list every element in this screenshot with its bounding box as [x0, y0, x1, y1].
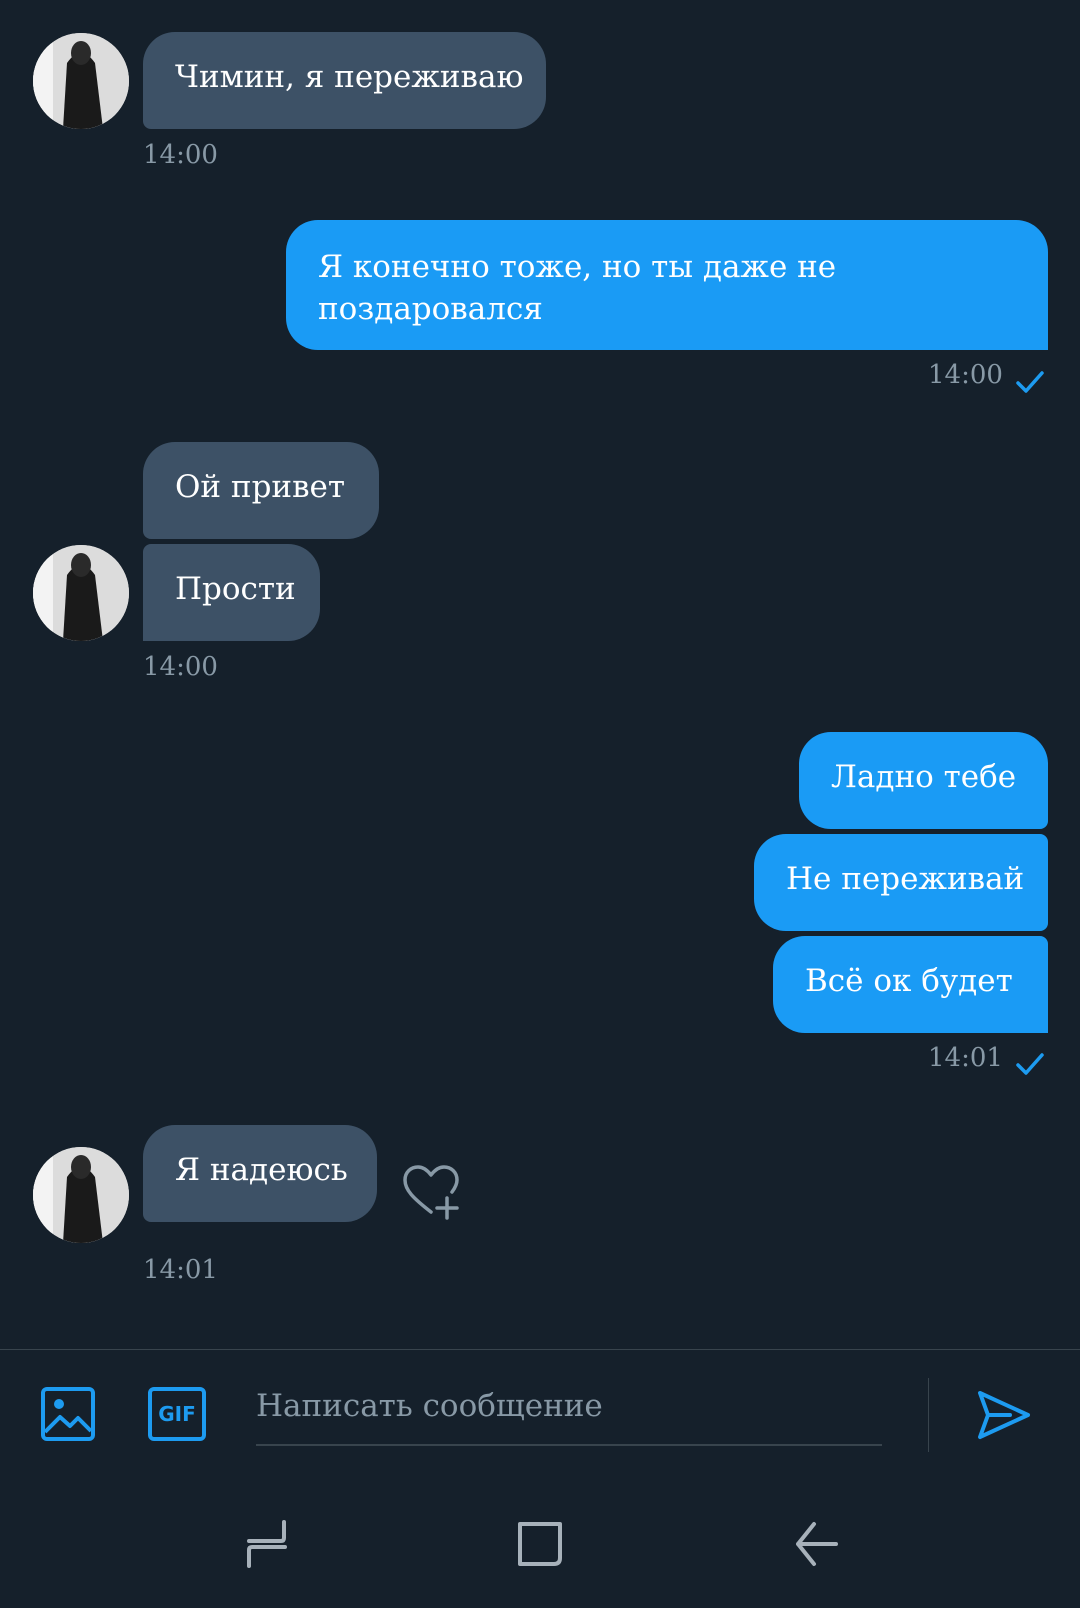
message-timestamp: 14:01 — [143, 1255, 218, 1285]
message-input[interactable]: Написать сообщение — [256, 1380, 882, 1446]
read-check-icon — [1016, 371, 1044, 393]
message-timestamp: 14:00 — [143, 652, 218, 682]
message-timestamp: 14:01 — [928, 1043, 1003, 1073]
message-text: Прости — [175, 571, 296, 607]
gif-button[interactable]: GIF — [148, 1387, 206, 1441]
message-text: Ладно тебе — [831, 759, 1017, 795]
composer-divider — [0, 1349, 1080, 1350]
message-timestamp: 14:00 — [143, 140, 218, 170]
nav-recents-icon[interactable] — [243, 1518, 291, 1570]
message-bubble-incoming[interactable]: Чимин, я переживаю — [143, 32, 546, 129]
read-check-icon — [1016, 1053, 1044, 1075]
message-text: Я надеюсь — [175, 1152, 348, 1188]
message-bubble-incoming[interactable]: Прости — [143, 544, 320, 641]
message-input-placeholder: Написать сообщение — [256, 1388, 603, 1424]
message-timestamp: 14:00 — [928, 360, 1003, 390]
message-bubble-outgoing[interactable]: Ладно тебе — [799, 732, 1048, 829]
system-nav-bar — [0, 1468, 1080, 1608]
message-bubble-incoming[interactable]: Я надеюсь — [143, 1125, 377, 1222]
message-bubble-incoming[interactable]: Ой привет — [143, 442, 379, 539]
heart-plus-icon[interactable] — [399, 1160, 463, 1224]
avatar-photo — [33, 33, 129, 129]
message-bubble-outgoing[interactable]: Не переживай — [754, 834, 1048, 931]
avatar-photo — [33, 1147, 129, 1243]
image-icon[interactable] — [40, 1386, 96, 1442]
message-text: поздаровался — [318, 291, 543, 327]
send-icon[interactable] — [974, 1385, 1034, 1445]
message-bubble-outgoing[interactable]: Всё ок будет — [773, 936, 1048, 1033]
avatar[interactable] — [33, 1147, 129, 1243]
avatar-photo — [33, 545, 129, 641]
gif-icon: GIF — [158, 1402, 196, 1426]
avatar[interactable] — [33, 545, 129, 641]
message-bubble-outgoing[interactable]: Я конечно тоже, но ты даже не поздаровал… — [286, 220, 1048, 350]
message-text: Чимин, я переживаю — [175, 59, 524, 95]
message-text: Всё ок будет — [805, 963, 1013, 999]
message-text: Ой привет — [175, 469, 346, 505]
message-text: Я конечно тоже, но ты даже не — [318, 249, 837, 285]
nav-home-icon[interactable] — [516, 1520, 564, 1568]
composer-separator — [928, 1378, 929, 1452]
avatar[interactable] — [33, 33, 129, 129]
message-text: Не переживай — [786, 861, 1025, 897]
nav-back-icon[interactable] — [792, 1520, 840, 1568]
